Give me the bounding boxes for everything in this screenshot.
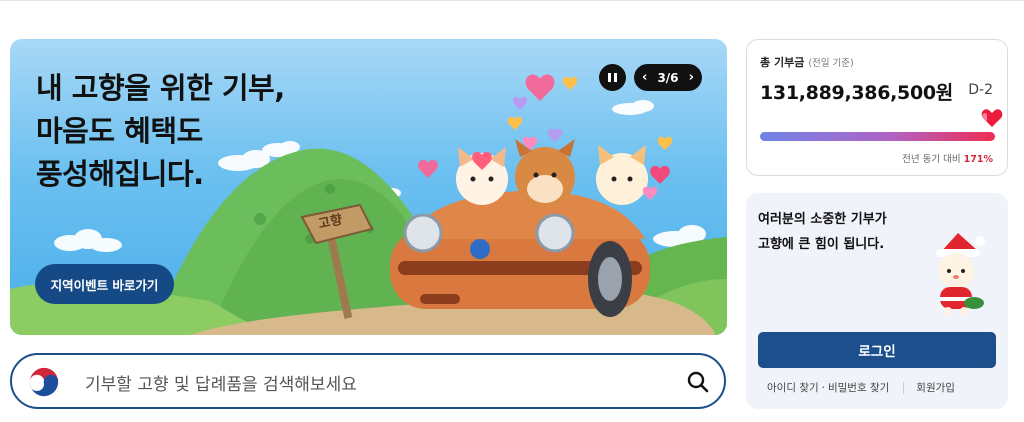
- login-card: 여러분의 소중한 기부가 고향에 큰 힘이 됩니다. 로그인 아이디 찾기 · …: [746, 193, 1008, 409]
- compare-value: 171%: [963, 154, 993, 165]
- donation-title: 총 기부금: [760, 56, 805, 69]
- account-links: 아이디 찾기 · 비밀번호 찾기 회원가입: [758, 380, 996, 395]
- heart-icon: [981, 109, 1003, 127]
- total-donation-card: 총 기부금 (전일 기준) 131,889,386,500원 D-2 전년 동기 …: [746, 39, 1008, 176]
- login-message-line-2: 고향에 큰 힘이 됩니다.: [758, 237, 885, 252]
- slide-counter: 3/6: [657, 70, 679, 85]
- donation-label: 총 기부금 (전일 기준): [760, 54, 854, 70]
- find-id-link[interactable]: 아이디 찾기: [767, 380, 819, 395]
- top-divider: [0, 0, 1024, 1]
- find-password-link[interactable]: 비밀번호 찾기: [828, 380, 889, 395]
- hero-banner[interactable]: 고향 내 고향을 위한 기부, 마음도 혜택도 풍성해집니다. 지역이벤트 바로…: [10, 39, 727, 335]
- search-icon[interactable]: [686, 370, 710, 394]
- headline-line-3: 풍성해집니다.: [36, 157, 204, 191]
- regional-event-button[interactable]: 지역이벤트 바로가기: [35, 264, 174, 304]
- slide-pager: ‹ 3/6 ›: [634, 64, 702, 91]
- compare-label: 전년 동기 대비: [902, 154, 961, 165]
- headline-line-2: 마음도 혜택도: [36, 114, 203, 148]
- signup-link[interactable]: 회원가입: [916, 380, 955, 395]
- santa-cat-mascot-icon: [936, 233, 985, 315]
- chevron-left-icon[interactable]: ‹: [642, 71, 647, 84]
- pause-icon: [608, 73, 611, 82]
- taegeuk-logo-icon: [28, 366, 60, 398]
- year-over-year-compare: 전년 동기 대비 171%: [902, 151, 993, 165]
- chevron-right-icon[interactable]: ›: [689, 71, 694, 84]
- dday-badge: D-2: [968, 82, 993, 98]
- donation-progress-fill: [760, 132, 995, 141]
- headline-line-1: 내 고향을 위한 기부,: [36, 71, 285, 105]
- login-button[interactable]: 로그인: [758, 332, 996, 368]
- pause-button[interactable]: [599, 64, 626, 91]
- donation-amount: 131,889,386,500원: [760, 82, 953, 104]
- search-bar[interactable]: 기부할 고향 및 답례품을 검색해보세요: [10, 353, 726, 409]
- link-divider: [903, 381, 905, 394]
- link-dot: ·: [821, 381, 825, 394]
- banner-headline: 내 고향을 위한 기부, 마음도 혜택도 풍성해집니다.: [36, 67, 336, 196]
- search-input[interactable]: 기부할 고향 및 답례품을 검색해보세요: [85, 370, 357, 395]
- donation-sub-label: (전일 기준): [808, 58, 854, 69]
- login-message: 여러분의 소중한 기부가 고향에 큰 힘이 됩니다.: [758, 207, 918, 257]
- login-message-line-1: 여러분의 소중한 기부가: [758, 212, 887, 227]
- donation-progress-bar: [760, 132, 995, 141]
